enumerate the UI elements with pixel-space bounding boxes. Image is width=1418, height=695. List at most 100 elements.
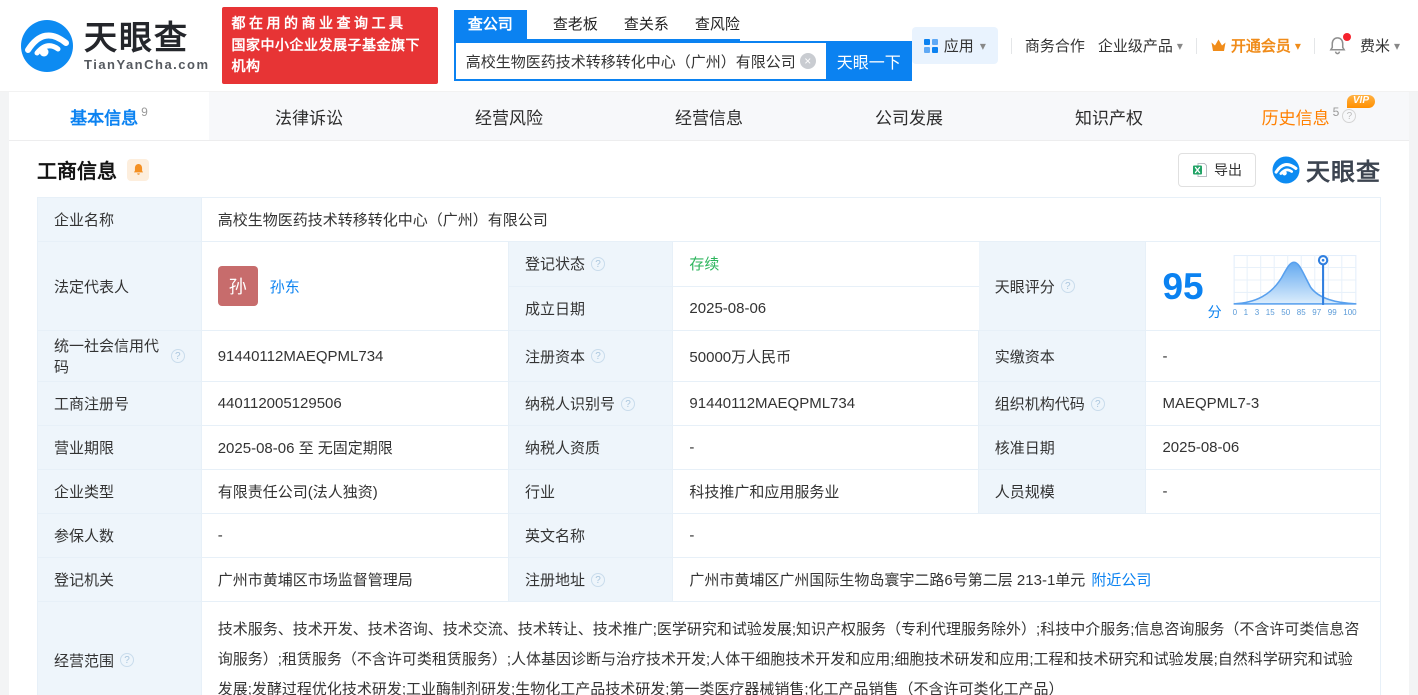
tab-label: 基本信息 xyxy=(70,104,138,129)
org-code-value: MAEQPML7-3 xyxy=(1146,382,1380,425)
tab-count: 5 xyxy=(1333,105,1340,119)
subscribe-bell-button[interactable] xyxy=(127,159,149,181)
chevron-down-icon xyxy=(1394,37,1400,54)
help-icon[interactable] xyxy=(621,397,635,411)
tab-label: 经营风险 xyxy=(475,104,543,129)
search-area: 查公司 查老板 查关系 查风险 天眼一下 xyxy=(454,10,912,81)
tab-operating-info[interactable]: 经营信息 xyxy=(609,92,809,140)
apps-grid-icon xyxy=(924,39,938,53)
tab-history-info[interactable]: VIP 历史信息 5 xyxy=(1209,92,1409,140)
nav-cooperation[interactable]: 商务合作 xyxy=(1025,35,1085,56)
brand-slogan: 都在用的商业查询工具 国家中小企业发展子基金旗下机构 xyxy=(222,7,438,84)
taxpayer-id-value: 91440112MAEQPML734 xyxy=(673,382,978,425)
business-term-value: 2025-08-06 至 无固定期限 xyxy=(202,426,509,469)
export-label: 导出 xyxy=(1214,160,1242,180)
help-icon[interactable] xyxy=(1061,279,1075,293)
nav-open-vip[interactable]: 开通会员 xyxy=(1210,35,1301,56)
help-icon[interactable] xyxy=(1091,397,1105,411)
watermark-text: 天眼查 xyxy=(1306,152,1381,187)
search-input[interactable] xyxy=(454,41,826,81)
table-row: 营业期限 2025-08-06 至 无固定期限 纳税人资质 - 核准日期 202… xyxy=(38,426,1380,470)
slogan-line2: 国家中小企业发展子基金旗下机构 xyxy=(232,35,428,78)
business-info-section: 工商信息 导出 xyxy=(9,141,1409,695)
tianyancha-logo-icon xyxy=(1272,156,1300,184)
english-name-value: - xyxy=(673,514,1380,557)
tab-intellectual-property[interactable]: 知识产权 xyxy=(1009,92,1209,140)
field-label: 营业期限 xyxy=(38,426,202,469)
vip-badge: VIP xyxy=(1347,95,1375,108)
field-label: 纳税人资质 xyxy=(509,426,673,469)
field-label-text: 天眼评分 xyxy=(995,276,1055,297)
apps-menu[interactable]: 应用 xyxy=(912,27,998,64)
tab-basic-info[interactable]: 基本信息 9 xyxy=(9,92,209,140)
tab-label: 历史信息 xyxy=(1262,104,1330,129)
search-tabs: 查公司 查老板 查关系 查风险 xyxy=(454,10,740,41)
search-tab-boss[interactable]: 查老板 xyxy=(553,10,598,39)
search-tab-risk[interactable]: 查风险 xyxy=(695,10,740,39)
section-title: 工商信息 xyxy=(37,155,117,184)
table-row: 统一社会信用代码 91440112MAEQPML734 注册资本 50000万人… xyxy=(38,331,1380,382)
tab-label: 公司发展 xyxy=(875,104,943,129)
export-button[interactable]: 导出 xyxy=(1178,153,1256,187)
help-icon[interactable] xyxy=(591,349,605,363)
legal-rep-link[interactable]: 孙东 xyxy=(270,276,300,297)
help-icon[interactable] xyxy=(171,349,185,363)
field-label: 天眼评分 xyxy=(979,242,1147,330)
nearby-companies-link[interactable]: 附近公司 xyxy=(1091,569,1151,590)
search-tab-relation[interactable]: 查关系 xyxy=(624,10,669,39)
reg-number-value: 440112005129506 xyxy=(202,382,509,425)
clear-search-icon[interactable] xyxy=(800,53,816,69)
reg-status-value: 存续 xyxy=(673,242,978,286)
chevron-down-icon xyxy=(1295,37,1301,54)
logo-domain: TianYanCha.com xyxy=(84,58,210,71)
help-icon[interactable] xyxy=(1342,109,1356,123)
excel-file-icon xyxy=(1192,162,1208,178)
field-label: 企业名称 xyxy=(38,198,202,241)
tab-operating-risk[interactable]: 经营风险 xyxy=(409,92,609,140)
credit-code-value: 91440112MAEQPML734 xyxy=(202,331,509,381)
help-icon[interactable] xyxy=(120,653,134,667)
score-marker-dot xyxy=(1321,259,1324,262)
field-label: 核准日期 xyxy=(979,426,1147,469)
search-tab-company[interactable]: 查公司 xyxy=(454,10,527,39)
nav-enterprise[interactable]: 企业级产品 xyxy=(1098,35,1183,56)
search-button[interactable]: 天眼一下 xyxy=(826,41,912,81)
company-name-value: 高校生物医药技术转移转化中心（广州）有限公司 xyxy=(202,198,1380,241)
tab-legal-proceedings[interactable]: 法律诉讼 xyxy=(209,92,409,140)
score-value: 95 xyxy=(1162,268,1203,305)
business-scope-value: 技术服务、技术开发、技术咨询、技术交流、技术转让、技术推广;医学研究和试验发展;… xyxy=(202,602,1380,695)
field-label: 组织机构代码 xyxy=(979,382,1147,425)
notification-dot xyxy=(1343,33,1351,41)
tab-label: 经营信息 xyxy=(675,104,743,129)
bell-icon xyxy=(132,163,145,176)
score-distribution-chart: 01 315 5085 9799 100 xyxy=(1232,255,1358,318)
tianyancha-logo[interactable]: 天眼查 TianYanCha.com xyxy=(20,19,210,73)
field-label: 工商注册号 xyxy=(38,382,202,425)
company-type-value: 有限责任公司(法人独资) xyxy=(202,470,509,513)
help-icon[interactable] xyxy=(591,573,605,587)
notifications-bell[interactable] xyxy=(1328,36,1347,55)
main-panel: 基本信息 9 法律诉讼 经营风险 经营信息 公司发展 知识产权 VIP 历史信息… xyxy=(9,92,1409,695)
avatar[interactable]: 孙 xyxy=(218,266,258,306)
field-label: 行业 xyxy=(509,470,673,513)
field-label: 成立日期 xyxy=(509,287,673,331)
table-row: 经营范围 技术服务、技术开发、技术咨询、技术交流、技术转让、技术推广;医学研究和… xyxy=(38,602,1380,695)
field-label-text: 纳税人识别号 xyxy=(525,393,615,414)
tianyan-score-cell[interactable]: 95 分 xyxy=(1146,242,1380,330)
table-row: 工商注册号 440112005129506 纳税人识别号 91440112MAE… xyxy=(38,382,1380,426)
business-info-table: 企业名称 高校生物医药技术转移转化中心（广州）有限公司 法定代表人 孙 孙东 登… xyxy=(37,197,1381,695)
field-label-text: 注册资本 xyxy=(525,346,585,367)
table-row: 企业名称 高校生物医药技术转移转化中心（广州）有限公司 xyxy=(38,198,1380,242)
field-label: 纳税人识别号 xyxy=(509,382,673,425)
field-label: 登记状态 xyxy=(509,242,673,286)
username: 费米 xyxy=(1360,35,1390,56)
paid-capital-value: - xyxy=(1146,331,1380,381)
field-label-text: 统一社会信用代码 xyxy=(54,335,165,377)
score-axis: 01 315 5085 9799 100 xyxy=(1232,307,1358,318)
tab-company-development[interactable]: 公司发展 xyxy=(809,92,1009,140)
logo-title: 天眼查 xyxy=(84,21,210,54)
nav-divider xyxy=(1196,38,1197,54)
user-menu[interactable]: 费米 xyxy=(1360,35,1400,56)
tab-label: 法律诉讼 xyxy=(275,104,343,129)
help-icon[interactable] xyxy=(591,257,605,271)
